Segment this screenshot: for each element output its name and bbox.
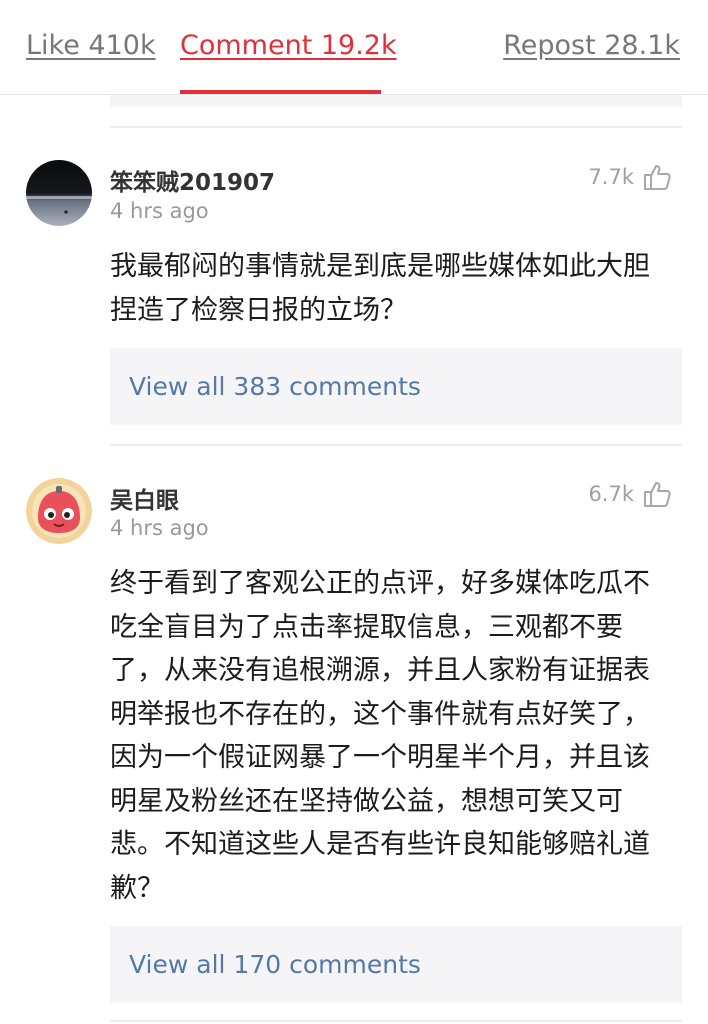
comment-tabs: Like 410k Comment 19.2k Repost 28.1k (0, 0, 708, 95)
thumbs-up-icon (644, 482, 671, 507)
comment-username[interactable]: 吴白眼 (110, 481, 179, 515)
avatar-image (26, 160, 92, 226)
comment-divider (110, 444, 682, 446)
avatar[interactable] (26, 478, 92, 544)
like-button[interactable]: 6.7k (588, 479, 672, 509)
comment-text: 我最郁闷的事情就是到底是哪些媒体如此大胆捏造了检察日报的立场？ (110, 251, 650, 326)
view-all-label: View all 170 comments (129, 950, 421, 979)
tab-comment[interactable]: Comment 19.2k (180, 30, 397, 61)
active-tab-indicator (180, 90, 381, 94)
comment-divider (110, 1020, 682, 1022)
view-all-replies-link[interactable]: View all 170 comments (110, 926, 682, 1003)
avatar-image (26, 478, 92, 544)
comment-username[interactable]: 笨笨贼201907 (110, 163, 275, 197)
avatar[interactable] (26, 160, 92, 226)
comment-text: 终于看到了客观公正的点评，好多媒体吃瓜不吃全盲目为了点击率提取信息，三观都不要了… (110, 568, 650, 904)
previous-replies-box (110, 95, 682, 107)
view-all-replies-link[interactable]: View all 383 comments (110, 348, 682, 425)
view-all-label: View all 383 comments (129, 372, 421, 401)
comment-divider (110, 126, 682, 128)
comment-time: 4 hrs ago (110, 199, 209, 223)
like-count: 6.7k (588, 482, 634, 506)
like-button[interactable]: 7.7k (588, 162, 672, 192)
comment-time: 4 hrs ago (110, 516, 209, 540)
thumbs-up-icon (644, 165, 671, 190)
tab-repost[interactable]: Repost 28.1k (503, 30, 680, 61)
tab-like[interactable]: Like 410k (26, 30, 156, 61)
like-count: 7.7k (588, 165, 634, 189)
